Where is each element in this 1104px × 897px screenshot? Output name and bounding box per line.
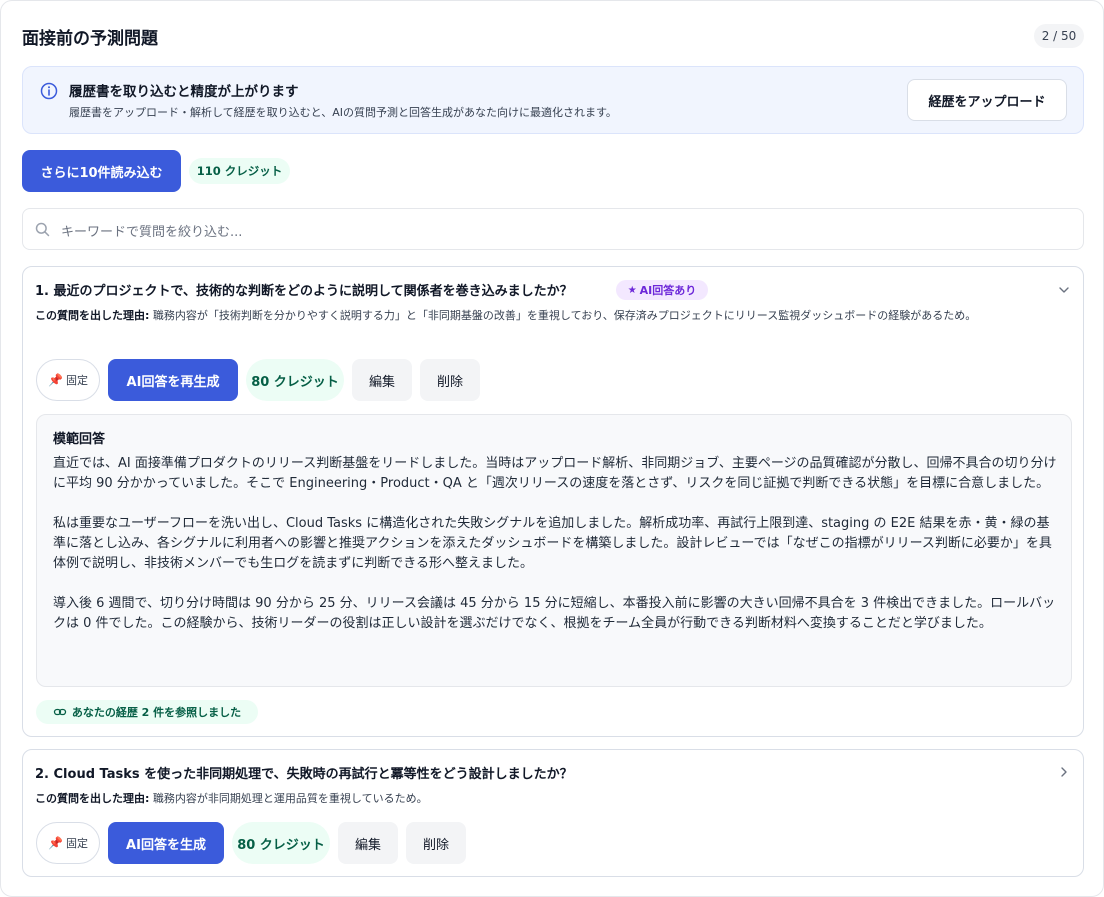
search-icon	[35, 222, 50, 237]
reference-badge: あなたの経歴 2 件を参照しました	[36, 700, 258, 724]
load-more-button[interactable]: さらに10件読み込む	[22, 150, 181, 192]
answer-credit-badge: 80 クレジット	[232, 822, 330, 864]
reason-label: この質問を出した理由:	[35, 309, 150, 322]
generate-answer-button[interactable]: AI回答を生成	[108, 822, 224, 864]
search-input[interactable]: キーワードで質問を絞り込む...	[61, 221, 242, 240]
pin-icon: 📌	[48, 373, 63, 387]
edit-button[interactable]: 編集	[338, 822, 398, 864]
question-title[interactable]: 1. 最近のプロジェクトで、技術的な判断をどのように説明して関係者を巻き込みまし…	[35, 280, 573, 299]
chevron-down-icon[interactable]	[1057, 283, 1071, 297]
ai-answer-badge: ★ AI回答あり	[616, 280, 708, 300]
star-icon: ★	[627, 284, 637, 296]
question-reason: この質問を出した理由: 職務内容が非同期処理と運用品質を重視しているため。	[35, 789, 1045, 809]
delete-button[interactable]: 削除	[406, 822, 466, 864]
edit-button[interactable]: 編集	[352, 359, 412, 401]
model-answer-box: 模範回答 直近では、AI 面接準備プロダクトのリリース判断基盤をリードしました。…	[36, 414, 1072, 687]
reason-label: この質問を出した理由:	[35, 792, 150, 805]
credit-balance-badge: 110 クレジット	[189, 158, 290, 184]
regenerate-answer-button[interactable]: AI回答を再生成	[108, 359, 238, 401]
banner-description: 履歴書をアップロード・解析して経歴を取り込むと、AIの質問予測と回答生成があなた…	[69, 106, 617, 119]
pin-icon: 📌	[48, 836, 63, 850]
info-icon	[40, 82, 58, 100]
upload-resume-button[interactable]: 経歴をアップロード	[907, 79, 1067, 121]
search-field[interactable]: キーワードで質問を絞り込む...	[22, 208, 1084, 250]
answer-paragraph: 直近では、AI 面接準備プロダクトのリリース判断基盤をリードしました。当時はアッ…	[53, 456, 1057, 491]
pin-label: 固定	[65, 837, 88, 850]
answer-paragraph: 私は重要なユーザーフローを洗い出し、Cloud Tasks に構造化された失敗シ…	[53, 516, 1052, 571]
link-icon	[53, 708, 66, 716]
predicted-questions-panel: 面接前の予測問題 2 / 50 履歴書を取り込むと精度が上がります 履歴書をアッ…	[0, 0, 1104, 897]
pin-button[interactable]: 📌 固定	[36, 359, 100, 401]
answer-credit-badge: 80 クレジット	[246, 359, 344, 401]
reference-label: あなたの経歴 2 件を参照しました	[71, 706, 242, 719]
model-answer-title: 模範回答	[53, 432, 106, 447]
pin-label: 固定	[65, 374, 88, 387]
question-title[interactable]: 2. Cloud Tasks を使った非同期処理で、失敗時の再試行と冪等性をどう…	[35, 763, 573, 782]
pin-button[interactable]: 📌 固定	[36, 822, 100, 864]
question-reason: この質問を出した理由: 職務内容が「技術判断を分かりやすく説明する力」と「非同期…	[35, 306, 1045, 326]
question-card: 1. 最近のプロジェクトで、技術的な判断をどのように説明して関係者を巻き込みまし…	[22, 266, 1084, 737]
page-title: 面接前の予測問題	[22, 29, 158, 49]
model-answer-body: 直近では、AI 面接準備プロダクトのリリース判断基盤をリードしました。当時はアッ…	[53, 454, 1057, 654]
question-card: 2. Cloud Tasks を使った非同期処理で、失敗時の再試行と冪等性をどう…	[22, 749, 1084, 877]
chevron-right-icon[interactable]	[1057, 765, 1071, 779]
reason-text: 職務内容が「技術判断を分かりやすく説明する力」と「非同期基盤の改善」を重視してお…	[149, 309, 977, 322]
resume-banner: 履歴書を取り込むと精度が上がります 履歴書をアップロード・解析して経歴を取り込む…	[22, 66, 1084, 134]
ai-answer-badge-label: AI回答あり	[639, 284, 697, 297]
delete-button[interactable]: 削除	[420, 359, 480, 401]
banner-title: 履歴書を取り込むと精度が上がります	[69, 84, 299, 100]
reason-text: 職務内容が非同期処理と運用品質を重視しているため。	[149, 792, 428, 805]
progress-badge: 2 / 50	[1034, 24, 1084, 48]
answer-paragraph: 導入後 6 週間で、切り分け時間は 90 分から 25 分、リリース会議は 45…	[53, 596, 1056, 631]
